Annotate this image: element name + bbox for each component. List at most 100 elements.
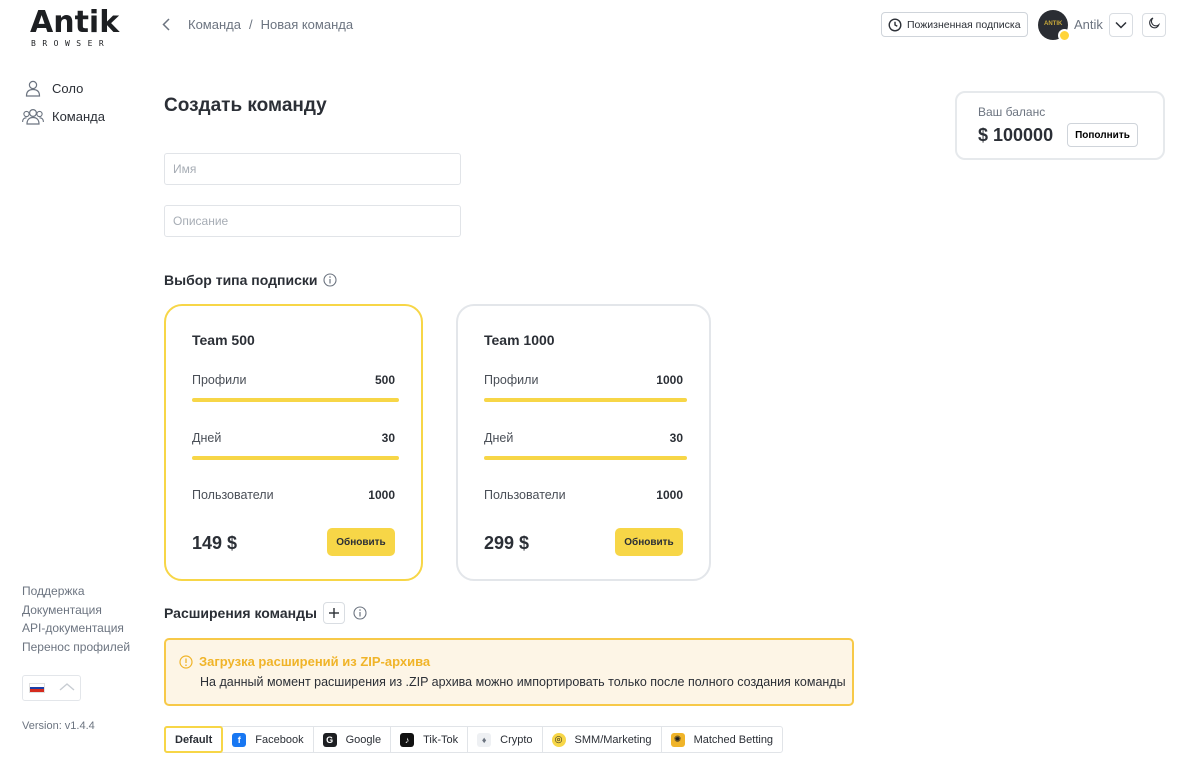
plan-row-label: Профили [192, 373, 247, 387]
sidebar-item-label: Соло [52, 80, 84, 96]
plan-row-value: 30 [669, 431, 683, 445]
chevron-down-icon [1115, 16, 1127, 34]
facebook-icon: f [232, 732, 247, 747]
alert-text: На данный момент расширения из .ZIP архи… [200, 675, 846, 689]
tab-google[interactable]: G Google [314, 727, 392, 752]
plan-price: 299 $ [484, 533, 530, 553]
betting-icon: ✺ [670, 732, 685, 747]
plan-name: Team 1000 [484, 332, 555, 348]
support-link[interactable]: Поддержка [22, 583, 130, 602]
user-icon [22, 78, 44, 98]
tab-default[interactable]: Default [164, 726, 224, 753]
extensions-section-title: Расширения команды [164, 602, 367, 624]
plan-card-team-500[interactable]: Team 500 Профили 500 Дней 30 Пользовател… [164, 304, 423, 581]
plan-row-label: Пользователи [484, 488, 566, 502]
plan-update-button[interactable]: Обновить [615, 528, 683, 556]
tab-label: Default [175, 733, 213, 746]
avatar-image: ANTIK [1044, 21, 1063, 27]
page-title: Создать команду [164, 95, 327, 116]
users-icon [22, 106, 44, 126]
user-menu-button[interactable] [1109, 13, 1133, 37]
plan-row-value: 1000 [656, 488, 683, 502]
plus-icon [328, 608, 339, 618]
user-name[interactable]: Antik [1074, 17, 1103, 32]
language-select[interactable] [22, 675, 81, 701]
alert-title: Загрузка расширений из ZIP-архива [199, 654, 431, 669]
breadcrumb-separator: / [248, 16, 253, 32]
breadcrumb-team[interactable]: Команда [188, 17, 241, 32]
balance-label: Ваш баланс [978, 105, 1046, 119]
tab-label: Google [345, 733, 382, 746]
plan-row-label: Пользователи [192, 488, 274, 502]
subscription-label: Пожизненная подписка [907, 18, 1021, 31]
plan-row-label: Дней [484, 431, 514, 445]
profile-transfer-link[interactable]: Перенос профилей [22, 639, 130, 658]
plan-row-users: Пользователи 1000 [192, 488, 395, 502]
chevron-up-icon [59, 679, 75, 697]
plan-row-profiles: Профили 1000 [484, 373, 683, 387]
sidebar-item-team[interactable]: Команда [22, 102, 105, 130]
warning-info-icon [179, 654, 193, 669]
russia-flag-icon [29, 683, 45, 693]
plan-row-days: Дней 30 [192, 431, 395, 445]
google-icon: G [322, 732, 337, 747]
plans-title: Выбор типа подписки [164, 272, 318, 288]
ethereum-icon: ♦ [477, 732, 492, 747]
extensions-title: Расширения команды [164, 605, 317, 621]
tiktok-icon: ♪ [400, 732, 415, 747]
logo[interactable]: Antik BROWSER [30, 5, 125, 49]
plan-row-value: 500 [374, 373, 395, 387]
tab-facebook[interactable]: f Facebook [223, 727, 314, 752]
clock-icon [888, 17, 902, 32]
version-label: Version: v1.4.4 [22, 720, 95, 732]
extension-category-tabs: Default f Facebook G Google ♪ Tik-Tok ♦ … [164, 726, 784, 753]
tab-tiktok[interactable]: ♪ Tik-Tok [391, 727, 469, 752]
team-name-input[interactable] [164, 153, 461, 185]
sidebar-item-solo[interactable]: Соло [22, 74, 105, 102]
plan-row-value: 1000 [368, 488, 395, 502]
info-icon[interactable] [323, 273, 338, 287]
back-arrow-icon[interactable] [162, 16, 176, 32]
add-extension-button[interactable] [322, 602, 345, 624]
plan-price: 149 $ [192, 533, 238, 553]
tab-label: SMM/Marketing [574, 733, 652, 746]
theme-toggle-button[interactable] [1142, 13, 1166, 37]
plan-progress-bar [484, 398, 687, 402]
plan-name: Team 500 [192, 332, 255, 348]
plan-update-button[interactable]: Обновить [327, 528, 395, 556]
api-documentation-link[interactable]: API-документация [22, 620, 130, 639]
plan-row-label: Дней [192, 431, 222, 445]
plan-row-users: Пользователи 1000 [484, 488, 683, 502]
plan-row-days: Дней 30 [484, 431, 683, 445]
balance-card: Ваш баланс $ 100000 Пополнить [955, 91, 1165, 160]
target-icon: ◎ [551, 732, 566, 747]
plan-progress-bar [192, 456, 399, 460]
plan-row-profiles: Профили 500 [192, 373, 395, 387]
plan-row-value: 1000 [656, 373, 683, 387]
plan-card-team-1000[interactable]: Team 1000 Профили 1000 Дней 30 Пользоват… [456, 304, 711, 581]
plan-progress-bar [192, 398, 399, 402]
avatar[interactable]: ANTIK [1038, 10, 1071, 42]
documentation-link[interactable]: Документация [22, 602, 130, 621]
moon-icon [1148, 16, 1161, 34]
tab-label: Crypto [500, 733, 533, 746]
breadcrumb: Команда / Новая команда [162, 16, 353, 32]
tab-matched-betting[interactable]: ✺ Matched Betting [662, 727, 783, 752]
premium-badge-icon [1058, 29, 1071, 42]
tab-smm-marketing[interactable]: ◎ SMM/Marketing [543, 727, 662, 752]
zip-extensions-alert: Загрузка расширений из ZIP-архива На дан… [164, 638, 854, 706]
topup-button[interactable]: Пополнить [1067, 123, 1138, 147]
breadcrumb-new-team: Новая команда [260, 16, 354, 32]
team-description-input[interactable] [164, 205, 461, 237]
tab-label: Facebook [255, 733, 304, 746]
tab-label: Tik-Tok [423, 733, 459, 746]
logo-word: Antik [30, 5, 120, 40]
tab-label: Matched Betting [693, 733, 774, 746]
plan-row-label: Профили [484, 373, 539, 387]
info-icon[interactable] [353, 606, 367, 620]
tab-crypto[interactable]: ♦ Crypto [468, 727, 543, 752]
sidebar-links: Поддержка Документация API-документация … [22, 583, 130, 657]
lifetime-subscription-button[interactable]: Пожизненная подписка [881, 12, 1028, 37]
sidebar-item-label: Команда [52, 108, 105, 124]
sidebar-nav: Соло Команда [22, 74, 105, 130]
